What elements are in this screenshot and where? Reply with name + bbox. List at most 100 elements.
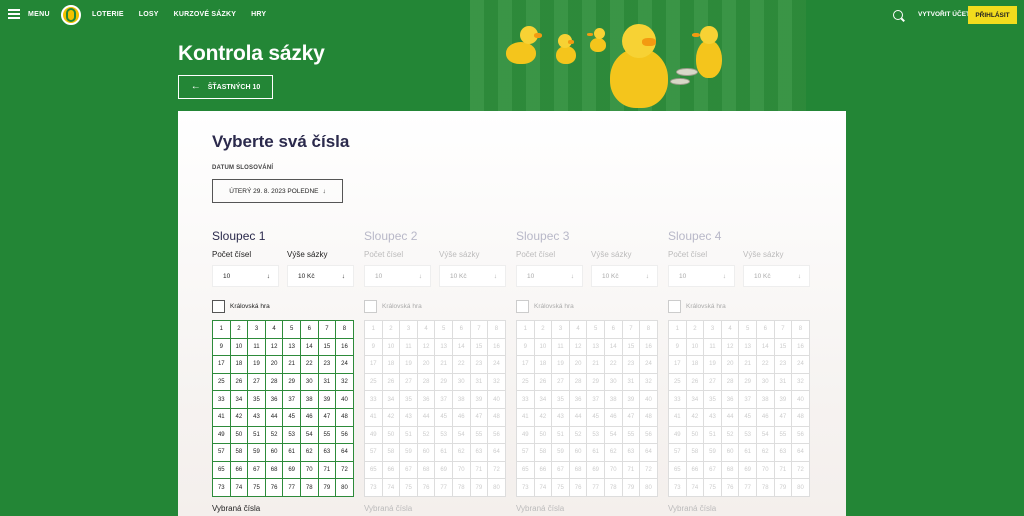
number-cell[interactable]: 8	[336, 321, 354, 339]
number-cell[interactable]: 18	[230, 356, 249, 374]
number-cell[interactable]: 27	[248, 373, 266, 392]
number-cell[interactable]: 39	[318, 391, 337, 409]
number-cell[interactable]: 13	[283, 338, 301, 357]
number-cell[interactable]: 80	[336, 479, 354, 497]
number-cell[interactable]: 9	[213, 338, 231, 357]
number-cell[interactable]: 14	[300, 338, 319, 357]
number-cell[interactable]: 4	[265, 321, 284, 339]
number-cell[interactable]: 26	[230, 373, 249, 392]
menu-button[interactable]: MENU	[8, 9, 50, 19]
sazka-logo[interactable]	[61, 5, 81, 25]
number-cell[interactable]: 30	[300, 373, 319, 392]
count-select[interactable]: 10 ↓	[212, 265, 279, 287]
number-cell[interactable]: 65	[213, 461, 231, 480]
number-cell[interactable]: 53	[283, 426, 301, 445]
number-cell[interactable]: 17	[213, 356, 231, 374]
create-account-link[interactable]: VYTVOŘIT ÚČET	[918, 11, 970, 18]
number-cell[interactable]: 32	[336, 373, 354, 392]
nav-item-kurzove-sazky[interactable]: KURZOVÉ SÁZKY	[174, 11, 237, 18]
number-cell[interactable]: 2	[230, 321, 249, 339]
number-cell[interactable]: 57	[213, 444, 231, 462]
number-cell[interactable]: 15	[318, 338, 337, 357]
number-cell[interactable]: 52	[265, 426, 284, 445]
number-cell[interactable]: 68	[265, 461, 284, 480]
number-cell[interactable]: 59	[248, 444, 266, 462]
number-cell: 7	[774, 321, 793, 339]
number-cell[interactable]: 50	[230, 426, 249, 445]
number-cell[interactable]: 1	[213, 321, 231, 339]
number-cell[interactable]: 74	[230, 479, 249, 497]
number-cell[interactable]: 76	[265, 479, 284, 497]
number-cell[interactable]: 63	[318, 444, 337, 462]
number-cell: 24	[488, 356, 506, 374]
number-cell[interactable]: 21	[283, 356, 301, 374]
number-cell[interactable]: 49	[213, 426, 231, 445]
king-game-checkbox[interactable]	[212, 300, 225, 313]
number-cell[interactable]: 35	[248, 391, 266, 409]
number-cell[interactable]: 6	[300, 321, 319, 339]
number-cell: 6	[756, 321, 775, 339]
number-cell[interactable]: 37	[283, 391, 301, 409]
stake-select[interactable]: 10 Kč ↓	[287, 265, 354, 287]
number-cell[interactable]: 12	[265, 338, 284, 357]
number-cell[interactable]: 70	[300, 461, 319, 480]
number-cell[interactable]: 73	[213, 479, 231, 497]
number-cell[interactable]: 78	[300, 479, 319, 497]
number-cell[interactable]: 75	[248, 479, 266, 497]
number-cell[interactable]: 62	[300, 444, 319, 462]
number-cell[interactable]: 48	[336, 408, 354, 427]
nav-item-losy[interactable]: LOSY	[139, 11, 159, 18]
number-cell[interactable]: 24	[336, 356, 354, 374]
number-cell[interactable]: 61	[283, 444, 301, 462]
number-cell[interactable]: 3	[248, 321, 266, 339]
number-cell[interactable]: 47	[318, 408, 337, 427]
login-button[interactable]: PŘIHLÁSIT	[968, 6, 1017, 24]
number-cell[interactable]: 25	[213, 373, 231, 392]
number-cell[interactable]: 69	[283, 461, 301, 480]
number-cell[interactable]: 28	[265, 373, 284, 392]
number-cell[interactable]: 34	[230, 391, 249, 409]
back-button[interactable]: ← ŠŤASTNÝCH 10	[178, 75, 273, 99]
number-cell[interactable]: 77	[283, 479, 301, 497]
number-cell[interactable]: 58	[230, 444, 249, 462]
number-cell[interactable]: 60	[265, 444, 284, 462]
number-cell[interactable]: 55	[318, 426, 337, 445]
number-cell[interactable]: 46	[300, 408, 319, 427]
number-cell[interactable]: 72	[336, 461, 354, 480]
number-cell[interactable]: 42	[230, 408, 249, 427]
number-cell[interactable]: 43	[248, 408, 266, 427]
number-cell[interactable]: 71	[318, 461, 337, 480]
number-cell[interactable]: 64	[336, 444, 354, 462]
number-cell[interactable]: 66	[230, 461, 249, 480]
number-cell[interactable]: 11	[248, 338, 266, 357]
number-cell[interactable]: 51	[248, 426, 266, 445]
draw-date-select[interactable]: ÚTERÝ 29. 8. 2023 POLEDNE ↓	[212, 179, 343, 203]
nav-item-loterie[interactable]: LOTERIE	[92, 11, 124, 18]
number-cell[interactable]: 54	[300, 426, 319, 445]
number-cell[interactable]: 31	[318, 373, 337, 392]
number-cell[interactable]: 67	[248, 461, 266, 480]
number-cell[interactable]: 20	[265, 356, 284, 374]
column-field-labels: Počet čísel Výše sázky	[668, 250, 811, 259]
search-icon[interactable]	[893, 10, 903, 20]
number-cell[interactable]: 56	[336, 426, 354, 445]
number-cell[interactable]: 23	[318, 356, 337, 374]
number-cell[interactable]: 10	[230, 338, 249, 357]
number-cell[interactable]: 33	[213, 391, 231, 409]
number-cell[interactable]: 38	[300, 391, 319, 409]
number-cell: 69	[435, 461, 453, 480]
number-cell: 54	[452, 426, 471, 445]
number-cell[interactable]: 5	[283, 321, 301, 339]
number-cell[interactable]: 44	[265, 408, 284, 427]
number-cell[interactable]: 45	[283, 408, 301, 427]
number-cell[interactable]: 19	[248, 356, 266, 374]
number-cell[interactable]: 41	[213, 408, 231, 427]
number-cell[interactable]: 79	[318, 479, 337, 497]
number-cell[interactable]: 22	[300, 356, 319, 374]
number-cell[interactable]: 29	[283, 373, 301, 392]
nav-item-hry[interactable]: HRY	[251, 11, 266, 18]
number-cell[interactable]: 40	[336, 391, 354, 409]
number-cell[interactable]: 7	[318, 321, 337, 339]
number-cell[interactable]: 36	[265, 391, 284, 409]
number-cell[interactable]: 16	[336, 338, 354, 357]
